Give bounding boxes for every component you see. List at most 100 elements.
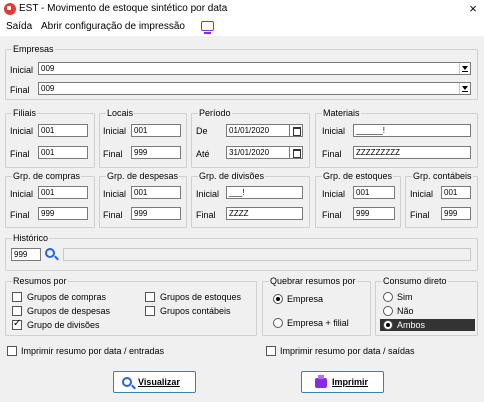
grp-despesas-final-label: Final [103,210,123,220]
grp-estoques-inicial-label: Inicial [322,189,346,199]
print-config-icon[interactable] [201,21,214,34]
label-imprimir-saidas: Imprimir resumo por data / saídas [280,346,415,356]
label-grupos-compras: Grupos de compras [27,292,107,302]
periodo-ate-label: Até [196,149,210,159]
grp-compras-final-label: Final [10,210,30,220]
empresas-inicial-label: Inicial [10,65,34,75]
window-title: EST - Movimento de estoque sintético por… [19,3,228,14]
close-icon[interactable]: × [466,1,480,16]
locais-inicial-label: Inicial [103,126,127,136]
radio-empresa[interactable] [273,294,283,304]
periodo-ate-input[interactable]: 31/01/2020 [226,146,303,159]
locais-final-input[interactable]: 999 [131,146,181,159]
label-grupos-despesas: Grupos de despesas [27,306,111,316]
filiais-final-label: Final [10,149,30,159]
empresas-final-select[interactable]: 009 [38,82,471,95]
grp-compras-final-input[interactable]: 999 [38,207,88,220]
checkbox-grupos-contabeis[interactable] [145,306,155,316]
grp-estoques-legend: Grp. de estoques [323,171,393,181]
label-empresa: Empresa [287,294,324,304]
grp-contabeis-inicial-input[interactable]: 001 [441,186,471,199]
label-nao: Não [397,306,414,316]
grp-estoques-final-label: Final [322,210,342,220]
radio-ambos[interactable] [383,320,393,330]
filiais-inicial-label: Inicial [10,126,34,136]
materiais-inicial-label: Inicial [322,126,346,136]
empresas-inicial-value: 009 [41,64,55,73]
app-logo-icon [4,3,16,15]
grp-contabeis-inicial-label: Inicial [410,189,434,199]
materiais-inicial-input[interactable]: ______! [353,124,471,137]
chevron-down-icon[interactable] [459,83,470,94]
checkbox-grupo-divisoes[interactable] [12,318,22,330]
checkbox-imprimir-saidas[interactable] [266,346,276,356]
historico-description-field [63,248,471,261]
materiais-final-input[interactable]: ZZZZZZZZZ [353,146,471,159]
filiais-final-input[interactable]: 001 [38,146,88,159]
empresas-legend: Empresas [13,44,54,54]
locais-final-label: Final [103,149,123,159]
label-grupo-divisoes: Grupo de divisões [27,320,100,330]
grp-estoques-final-input[interactable]: 999 [353,207,395,220]
chevron-down-icon[interactable] [459,63,470,74]
grp-compras-inicial-input[interactable]: 001 [38,186,88,199]
periodo-de-label: De [196,126,208,136]
grp-despesas-inicial-label: Inicial [103,189,127,199]
historico-legend: Histórico [13,233,49,243]
calendar-icon[interactable] [289,147,302,158]
grp-despesas-inicial-input[interactable]: 001 [131,186,181,199]
grp-contabeis-final-input[interactable]: 999 [441,207,471,220]
materiais-legend: Materiais [323,108,360,118]
search-icon[interactable] [45,248,55,258]
filiais-group: Filiais [5,108,95,168]
empresas-final-label: Final [10,85,30,95]
radio-empresa-filial[interactable] [273,318,283,328]
periodo-de-value: 01/01/2020 [229,126,270,135]
label-grupos-contabeis: Grupos contábeis [160,306,231,316]
grp-contabeis-final-label: Final [410,210,430,220]
search-icon [122,377,132,387]
menu-saida[interactable]: Saída [6,21,32,32]
materiais-group: Materiais [315,108,478,168]
grp-estoques-inicial-input[interactable]: 001 [353,186,395,199]
grp-despesas-final-input[interactable]: 999 [131,207,181,220]
grp-compras-inicial-label: Inicial [10,189,34,199]
historico-code-input[interactable]: 999 [11,248,41,261]
checkbox-grupos-despesas[interactable] [12,306,22,316]
radio-sim[interactable] [383,292,393,302]
grp-compras-legend: Grp. de compras [13,171,81,181]
label-imprimir-entradas: Imprimir resumo por data / entradas [21,346,165,356]
empresas-final-value: 009 [41,84,55,93]
label-empresa-filial: Empresa + filial [287,318,349,328]
grp-divisoes-inicial-input[interactable]: ___! [226,186,303,199]
filiais-inicial-input[interactable]: 001 [38,124,88,137]
label-sim: Sim [397,292,413,302]
consumo-direto-legend: Consumo direto [383,276,447,286]
visualizar-button[interactable]: Visualizar [113,371,196,393]
menu-abrir-configuracao[interactable]: Abrir configuração de impressão [41,21,185,32]
imprimir-label: Imprimir [332,377,369,387]
resumos-por-legend: Resumos por [13,276,67,286]
locais-legend: Locais [107,108,134,118]
periodo-ate-value: 31/01/2020 [229,148,270,157]
imprimir-button[interactable]: Imprimir [301,371,384,393]
locais-group: Locais [99,108,187,168]
quebrar-resumos-legend: Quebrar resumos por [270,276,356,286]
checkbox-grupos-compras[interactable] [12,292,22,302]
checkbox-imprimir-entradas[interactable] [7,346,17,356]
empresas-inicial-select[interactable]: 009 [38,62,471,75]
calendar-icon[interactable] [289,125,302,136]
periodo-legend: Período [199,108,231,118]
radio-nao[interactable] [383,306,393,316]
grp-divisoes-inicial-label: Inicial [196,189,220,199]
grp-despesas-legend: Grp. de despesas [107,171,179,181]
label-grupos-estoques: Grupos de estoques [160,292,242,302]
grp-divisoes-final-label: Final [196,210,216,220]
grp-divisoes-final-input[interactable]: ZZZZ [226,207,303,220]
filiais-legend: Filiais [13,108,37,118]
grp-contabeis-legend: Grp. contábeis [413,171,472,181]
locais-inicial-input[interactable]: 001 [131,124,181,137]
checkbox-grupos-estoques[interactable] [145,292,155,302]
periodo-de-input[interactable]: 01/01/2020 [226,124,303,137]
periodo-group: Período [191,108,310,168]
